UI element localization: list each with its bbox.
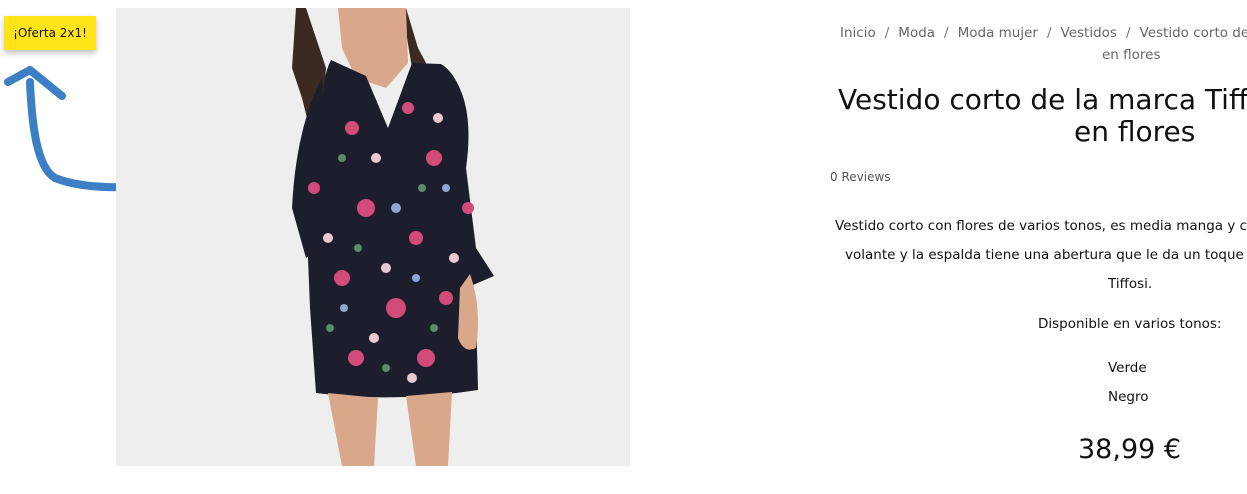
reviews-link[interactable]: 0 Reviews [830, 170, 891, 184]
breadcrumb-separator: / [884, 25, 890, 41]
tone-option-negro: Negro [1108, 389, 1149, 405]
offer-badge: ¡Oferta 2x1! [4, 16, 96, 50]
breadcrumb-current-continuation: en flores [1102, 47, 1161, 63]
product-price: 38,99 € [1078, 434, 1182, 465]
product-page: ¡Oferta 2x1! Inicio / Moda / Moda mujer … [0, 0, 1247, 494]
product-image[interactable] [116, 8, 630, 466]
description-line2: volante y la espalda tiene una abertura … [845, 247, 1247, 263]
description-line1: Vestido corto con flores de varios tonos… [835, 218, 1247, 234]
product-title-line1: Vestido corto de la marca Tiffosi [838, 83, 1247, 116]
breadcrumb-inicio[interactable]: Inicio [830, 25, 876, 41]
breadcrumb-separator: / [1125, 25, 1131, 41]
product-title-line2: en flores [1074, 115, 1196, 148]
product-title: Vestido corto de la marca Tiffosi en flo… [838, 84, 1247, 148]
breadcrumb: Inicio / Moda / Moda mujer / Vestidos / Vestido … [830, 22, 1247, 63]
breadcrumb-separator: / [944, 25, 949, 41]
breadcrumb-current: Vestido corto de la [1139, 25, 1247, 41]
availability-text: Disponible en varios tonos: [1038, 316, 1222, 332]
breadcrumb-separator: / [1046, 25, 1052, 41]
tone-option-verde: Verde [1108, 360, 1147, 376]
product-description: Vestido corto con flores de varios tonos… [835, 212, 1247, 299]
breadcrumb-moda[interactable]: Moda [898, 25, 935, 41]
dress-model-illustration [116, 8, 630, 466]
breadcrumb-vestidos[interactable]: Vestidos [1061, 25, 1117, 41]
breadcrumb-moda-mujer[interactable]: Moda mujer [958, 25, 1038, 41]
description-line3: Tiffosi. [1108, 276, 1153, 292]
